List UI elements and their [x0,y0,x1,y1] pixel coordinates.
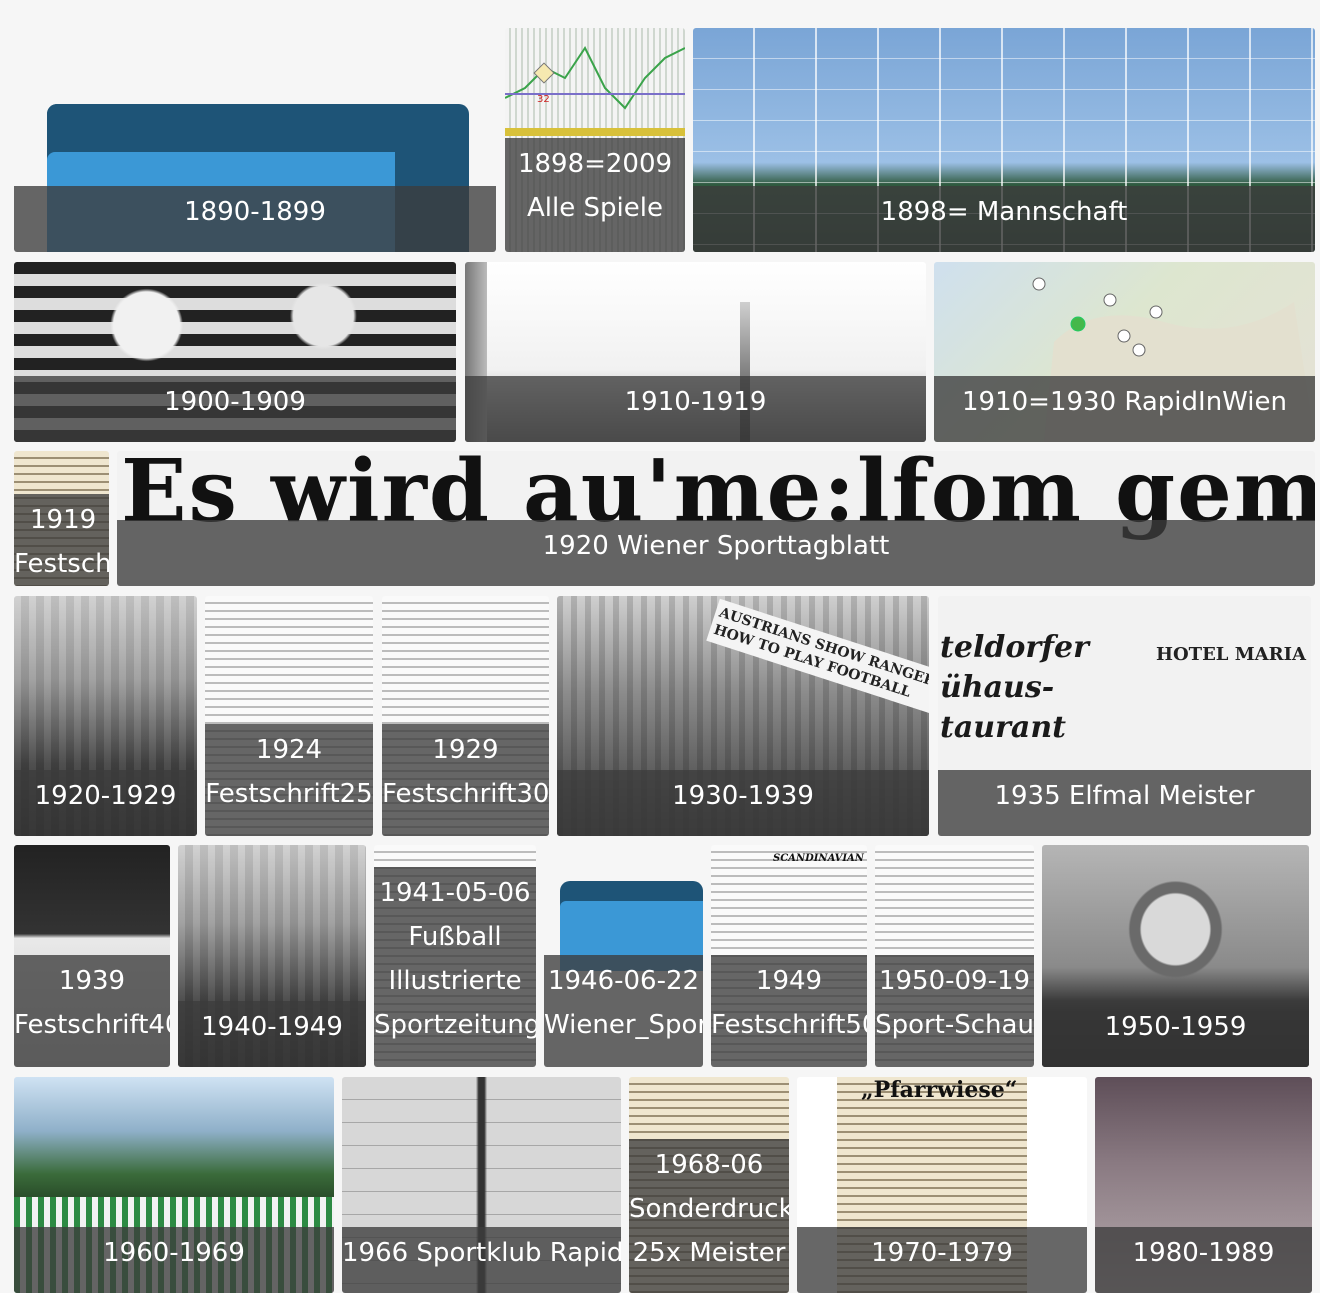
album-tile-1900-1909[interactable]: 1900-1909 [14,262,456,442]
album-caption: 1924 Festschrift25 [205,724,373,836]
album-caption: 1898=2009 Alle Spiele [505,138,685,252]
album-caption: 1920 Wiener Sporttagblatt [117,520,1315,586]
album-caption: 1966 Sportklub Rapid [342,1227,621,1293]
album-caption: 1935 Elfmal Meister [938,770,1311,836]
album-tile-1898-2009[interactable]: 32 1898=2009 Alle Spiele [505,28,685,252]
hotel-name: HOTEL MARIA [1156,644,1306,665]
album-tile-1966[interactable]: 1966 Sportklub Rapid [342,1077,621,1293]
newspaper-banner: AUSTRIANS SHOW RANGERS HOW TO PLAY FOOTB… [706,598,929,718]
folder-tab [47,104,202,144]
album-caption: 1970-1979 [797,1227,1087,1293]
album-tile-1968-06[interactable]: 1968-06 Sonderdruck 25x Meister [629,1077,789,1293]
album-caption: 1939 Festschrift40 [14,955,170,1067]
album-tile-1930-1939[interactable]: AUSTRIANS SHOW RANGERS HOW TO PLAY FOOTB… [557,596,929,836]
pfarrwiese-title: „Pfarrwiese“ [861,1077,1018,1103]
album-caption: 1940-1949 [178,1001,366,1067]
album-caption: 1980-1989 [1095,1227,1312,1293]
album-caption: 1910-1919 [465,376,926,442]
album-caption: 1968-06 Sonderdruck 25x Meister [629,1139,789,1293]
album-tile-1949[interactable]: SCANDINAVIAN 1949 Festschrift50 [711,845,867,1067]
album-caption: 1950-09-19 Sport-Schau [875,955,1034,1067]
restaurant-text: teldorfer ühaus- taurant [940,630,1089,745]
album-tile-1898-mannschaft[interactable]: 1898= Mannschaft [693,28,1315,252]
album-tile-1890-1899[interactable]: 1890-1899 [14,28,496,252]
album-tile-1924[interactable]: 1924 Festschrift25 [205,596,373,836]
album-tile-1919[interactable]: 1919 Festsch [14,451,109,586]
album-tile-1946-06-22[interactable]: 1946-06-22 Wiener_Spor [544,845,703,1067]
album-caption: 1949 Festschrift50 [711,955,867,1067]
svg-text:32: 32 [537,94,550,105]
album-tile-1920-1929[interactable]: 1920-1929 [14,596,197,836]
album-caption: 1910=1930 RapidInWien [934,376,1315,442]
album-tile-1941-05-06[interactable]: 1941-05-06 Fußball Illustrierte Sportzeitun… [374,845,536,1067]
scandinavian-header: SCANDINAVIAN [773,853,864,864]
album-tile-1940-1949[interactable]: 1940-1949 [178,845,366,1067]
album-tile-1950-1959[interactable]: 1950-1959 [1042,845,1309,1067]
album-caption: 1898= Mannschaft [693,186,1315,252]
album-caption: 1920-1929 [14,770,197,836]
album-caption: 1941-05-06 Fußball Illustrierte Sportzeitun… [374,867,536,1067]
album-caption: 1930-1939 [557,770,929,836]
album-tile-1935[interactable]: teldorfer ühaus- taurant HOTEL MARIA 193… [938,596,1311,836]
album-tile-1910-1930[interactable]: 1910=1930 RapidInWien [934,262,1315,442]
album-tile-1970-1979[interactable]: „Pfarrwiese“ 1970-1979 [797,1077,1087,1293]
album-tile-1939[interactable]: 1939 Festschrift40 [14,845,170,1067]
album-caption: 1890-1899 [14,186,496,252]
album-caption: 1946-06-22 Wiener_Spor [544,955,703,1067]
album-tile-1920-sporttagblatt[interactable]: Es wird au'me:lfom gemac 1920 Wiener Spo… [117,451,1315,586]
album-tile-1929[interactable]: 1929 Festschrift30 [382,596,549,836]
album-caption: 1919 Festsch [14,494,109,586]
album-tile-1950-09-19[interactable]: 1950-09-19 Sport-Schau [875,845,1034,1067]
album-tile-1960-1969[interactable]: 1960-1969 [14,1077,334,1293]
album-caption: 1900-1909 [14,376,456,442]
album-tile-1910-1919[interactable]: 1910-1919 [465,262,926,442]
album-caption: 1929 Festschrift30 [382,724,549,836]
album-caption: 1960-1969 [14,1227,334,1293]
album-tile-1980-1989[interactable]: 1980-1989 [1095,1077,1312,1293]
album-caption: 1950-1959 [1042,1001,1309,1067]
